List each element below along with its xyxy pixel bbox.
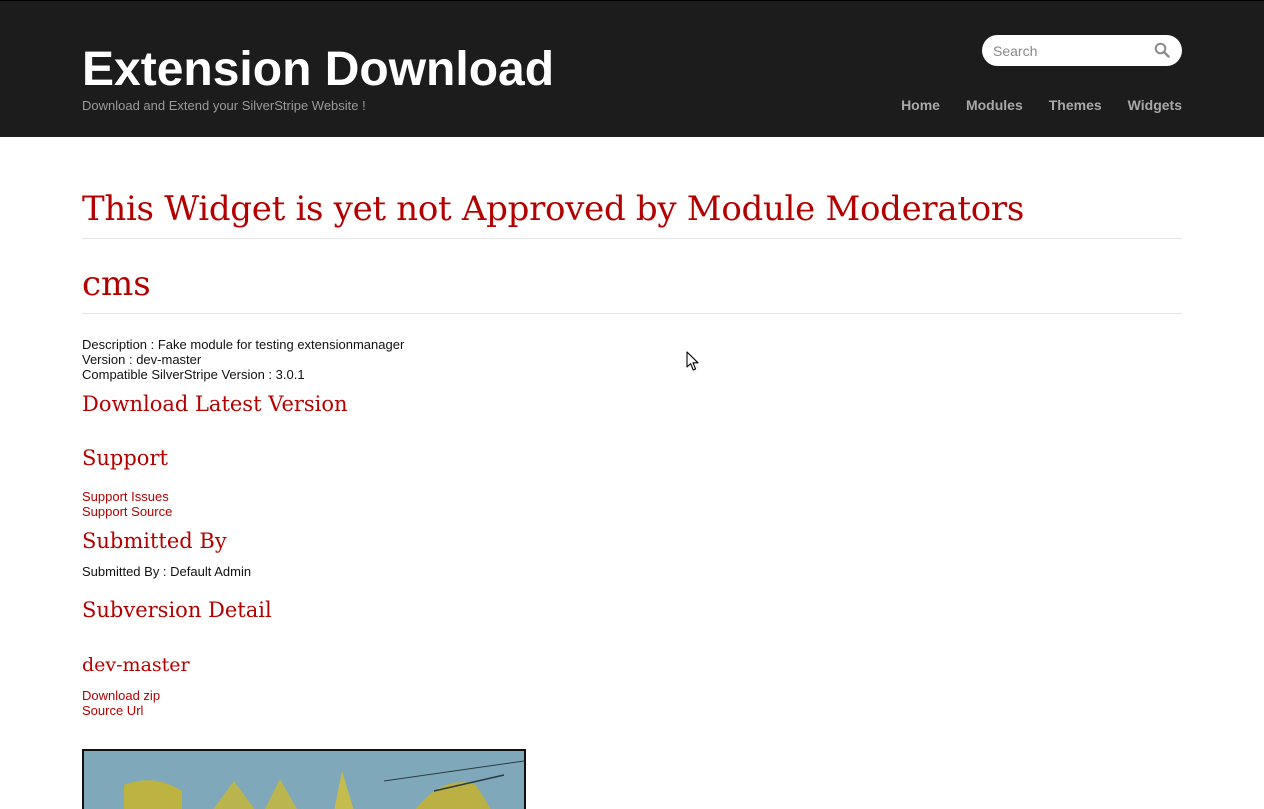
main-nav: Home Modules Themes Widgets xyxy=(901,96,1182,114)
support-issues-link[interactable]: Support Issues xyxy=(82,489,169,504)
site-header: Extension Download Download and Extend y… xyxy=(0,0,1264,137)
site-tagline: Download and Extend your SilverStripe We… xyxy=(82,98,366,113)
description-text: Description : Fake module for testing ex… xyxy=(82,337,405,352)
site-title[interactable]: Extension Download xyxy=(82,43,554,97)
nav-item-modules[interactable]: Modules xyxy=(966,96,1023,114)
approval-notice-heading: This Widget is yet not Approved by Modul… xyxy=(82,189,1024,229)
submitted-by-heading: Submitted By xyxy=(82,529,227,553)
nav-item-themes[interactable]: Themes xyxy=(1049,96,1102,114)
subversion-name-heading: dev-master xyxy=(82,654,190,676)
source-url-link[interactable]: Source Url xyxy=(82,703,143,718)
compatible-version-text: Compatible SilverStripe Version : 3.0.1 xyxy=(82,367,305,382)
nav-item-home[interactable]: Home xyxy=(901,96,940,114)
search-input[interactable] xyxy=(993,35,1143,66)
support-source-link[interactable]: Support Source xyxy=(82,504,172,519)
support-heading: Support xyxy=(82,446,168,470)
divider xyxy=(82,238,1182,239)
extension-name-heading: cms xyxy=(82,264,151,304)
subversion-detail-heading: Subversion Detail xyxy=(82,598,272,622)
submitted-by-text: Submitted By : Default Admin xyxy=(82,564,252,579)
download-zip-link[interactable]: Download zip xyxy=(82,688,160,703)
search-icon[interactable] xyxy=(1154,42,1170,58)
screenshot-artwork xyxy=(84,751,524,809)
nav-item-widgets[interactable]: Widgets xyxy=(1128,96,1182,114)
mouse-cursor-icon xyxy=(686,351,699,371)
version-text: Version : dev-master xyxy=(82,352,202,367)
extension-screenshot-image xyxy=(82,749,526,809)
divider xyxy=(82,313,1182,314)
search-box xyxy=(982,35,1182,66)
download-latest-link[interactable]: Download Latest Version xyxy=(82,391,348,417)
